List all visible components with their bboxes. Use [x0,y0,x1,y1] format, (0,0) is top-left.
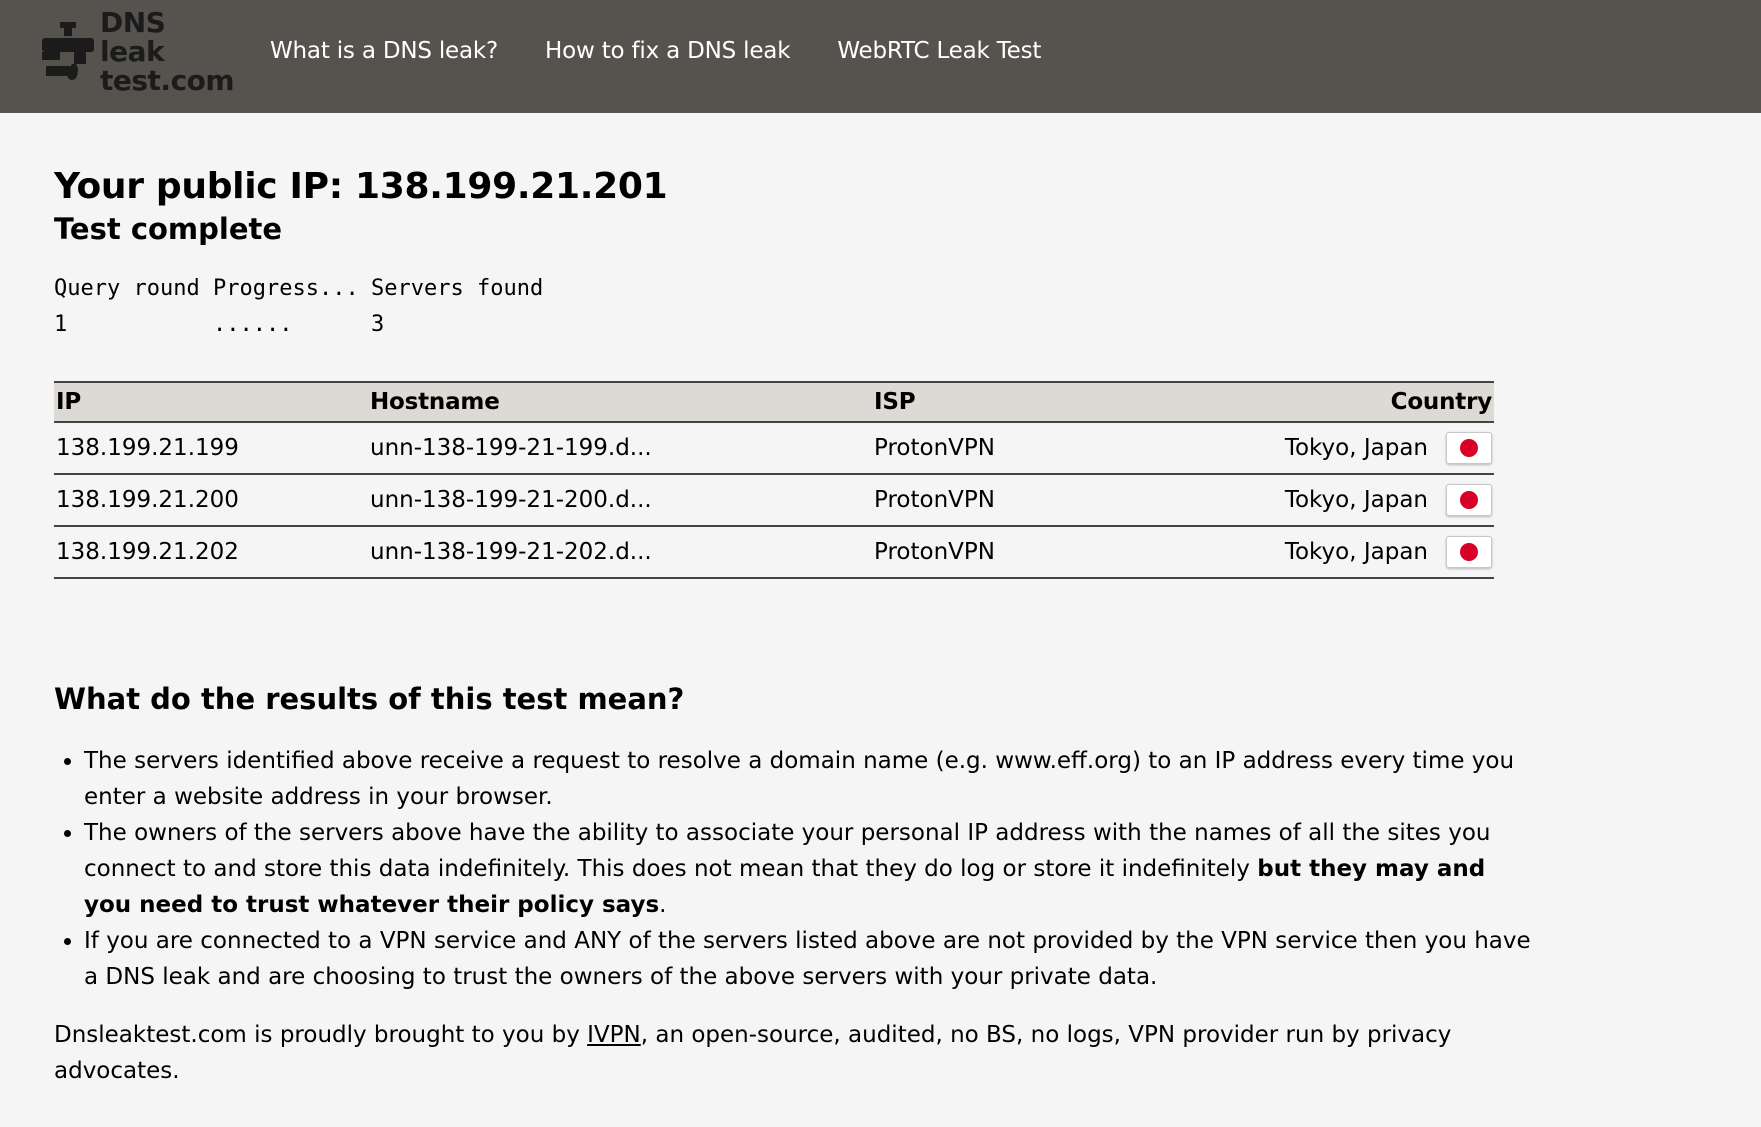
col-header-country: Country [1156,381,1494,423]
servers-found-value: 3 [371,312,385,337]
cell-hostname: unn-138-199-21-200.d... [368,474,872,527]
list-item: The owners of the servers above have the… [84,815,1534,923]
nav-link-what-is-dns-leak[interactable]: What is a DNS leak? [270,38,498,64]
explanation-point-2-end: . [659,892,667,918]
country-wrap: Tokyo, Japan [1285,536,1492,568]
cell-location: Tokyo, Japan [1284,487,1428,513]
query-round-value: 1 [54,312,68,337]
japan-flag-icon [1446,536,1492,568]
main-nav: What is a DNS leak? How to fix a DNS lea… [270,38,1088,64]
test-status: Test complete [54,212,283,246]
logo-line2: test.com [100,63,235,97]
faucet-icon [42,22,94,80]
list-item: The servers identified above receive a r… [84,743,1534,815]
explanation-list: The servers identified above receive a r… [54,743,1534,995]
japan-flag-icon [1446,432,1492,464]
table-header-row: IP Hostname ISP Country [54,381,1494,423]
cell-country: Tokyo, Japan [1156,422,1494,475]
col-header-isp: ISP [872,381,1156,423]
table-row: 138.199.21.202 unn-138-199-21-202.d... P… [54,526,1494,579]
dns-servers-table: IP Hostname ISP Country 138.199.21.199 u… [54,381,1494,579]
nav-link-how-to-fix[interactable]: How to fix a DNS leak [545,38,790,64]
progress-header-row: Query round Progress... Servers found [54,271,1494,307]
table-row: 138.199.21.200 unn-138-199-21-200.d... P… [54,474,1494,527]
cell-location: Tokyo, Japan [1284,539,1428,565]
progress-dots: ...... [213,312,293,337]
sponsor-text-before: Dnsleaktest.com is proudly brought to yo… [54,1022,588,1048]
nav-link-webrtc-test[interactable]: WebRTC Leak Test [837,38,1041,64]
cell-hostname: unn-138-199-21-202.d... [368,526,872,579]
cell-country: Tokyo, Japan [1156,474,1494,527]
explanation-point-1: The servers identified above receive a r… [84,748,1515,810]
site-logo[interactable]: DNS leak test.com [38,8,238,95]
sponsor-line: Dnsleaktest.com is proudly brought to yo… [54,1017,1494,1089]
table-row: 138.199.21.199 unn-138-199-21-199.d... P… [54,422,1494,475]
progress-col-progress: Progress... [213,276,359,301]
col-header-ip: IP [54,381,368,423]
cell-isp: ProtonVPN [872,526,1156,579]
cell-isp: ProtonVPN [872,474,1156,527]
logo-wordmark: DNS leak test.com [100,8,238,95]
site-header: DNS leak test.com What is a DNS leak? Ho… [0,0,1761,113]
country-wrap: Tokyo, Japan [1285,432,1492,464]
logo-line1: DNS leak [100,5,166,68]
results-explanation-heading: What do the results of this test mean? [54,682,685,716]
progress-value-row: 1 ...... 3 [54,307,1494,343]
ivpn-link[interactable]: IVPN [587,1022,641,1048]
cell-country: Tokyo, Japan [1156,526,1494,579]
japan-flag-icon [1446,484,1492,516]
query-progress: Query round Progress... Servers found 1 … [54,271,1494,343]
cell-location: Tokyo, Japan [1284,435,1428,461]
progress-col-query-round: Query round [54,276,200,301]
list-item: If you are connected to a VPN service an… [84,923,1534,995]
main-content: Your public IP: 138.199.21.201 Test comp… [54,113,1531,1112]
country-wrap: Tokyo, Japan [1285,484,1492,516]
cell-hostname: unn-138-199-21-199.d... [368,422,872,475]
progress-col-servers-found: Servers found [371,276,544,301]
cell-ip: 138.199.21.202 [54,526,368,579]
public-ip-heading: Your public IP: 138.199.21.201 [54,166,668,207]
explanation-point-3: If you are connected to a VPN service an… [84,928,1531,990]
cell-isp: ProtonVPN [872,422,1156,475]
cell-ip: 138.199.21.200 [54,474,368,527]
col-header-hostname: Hostname [368,381,872,423]
cell-ip: 138.199.21.199 [54,422,368,475]
